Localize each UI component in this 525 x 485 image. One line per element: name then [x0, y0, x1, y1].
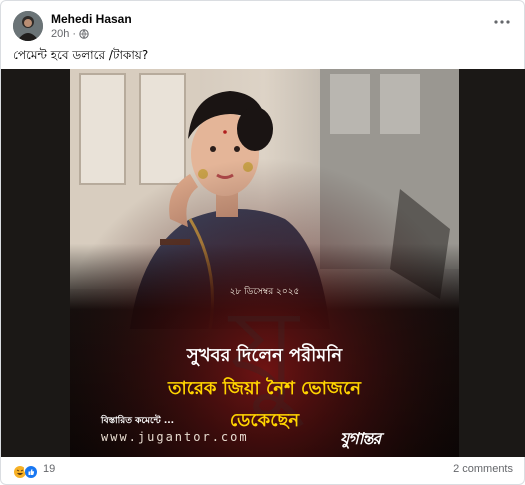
author-name[interactable]: Mehedi Hasan: [51, 12, 132, 26]
image-details-note: বিস্তারিত কমেন্টে ...: [101, 416, 175, 426]
facebook-post: Mehedi Hasan 20h · পেমেন্ট হবে ডলারে /টা…: [0, 0, 525, 485]
post-meta: 20h ·: [51, 28, 89, 40]
post-footer: 19 2 comments: [13, 462, 513, 480]
more-options-button[interactable]: [491, 15, 513, 29]
image-headline-line1: সুখবর দিলেন পরীমনি: [186, 345, 343, 366]
author-avatar[interactable]: [13, 11, 43, 41]
avatar-image: [13, 11, 43, 41]
more-horizontal-icon: [494, 20, 510, 24]
reactions-summary[interactable]: 19: [13, 462, 55, 478]
post-time[interactable]: 20h: [51, 28, 69, 40]
reaction-count[interactable]: 19: [43, 463, 55, 475]
post-caption: পেমেন্ট হবে ডলারে /টাকায়?: [13, 48, 149, 62]
image-date: ২৮ ডিসেম্বর ২০২৫: [229, 287, 300, 297]
post-header: Mehedi Hasan 20h ·: [13, 11, 513, 43]
post-image[interactable]: যু ২৮ ডিসেম্বর ২০২৫ সুখবর দিলেন পরীমনি ত…: [1, 69, 525, 457]
image-headline-line2: তারেক জিয়া নৈশ ভোজনে: [167, 378, 362, 399]
image-website: www.jugantor.com: [101, 430, 249, 444]
jugantor-logo: যুগান্তর: [340, 429, 381, 448]
photo-card: যু ২৮ ডিসেম্বর ২০২৫ সুখবর দিলেন পরীমনি ত…: [70, 69, 459, 457]
comments-count-link[interactable]: 2 comments: [453, 463, 513, 475]
globe-icon: [79, 29, 89, 39]
time-separator: ·: [72, 28, 77, 40]
like-icon: [24, 462, 38, 478]
